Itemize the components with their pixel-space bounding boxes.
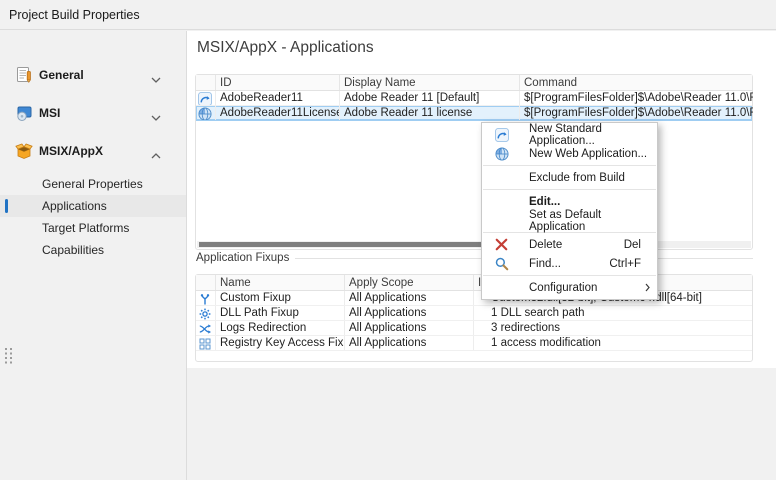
menu-shortcut: Ctrl+F (609, 258, 657, 270)
cell-apply-scope: All Applications (344, 336, 473, 350)
sidebar-item-label: Applications (42, 199, 107, 213)
menu-item-label: Exclude from Build (529, 172, 625, 184)
fixup-row-dll-path[interactable]: DLL Path Fixup All Applications 1 DLL se… (196, 306, 752, 321)
column-header-apply-scope[interactable]: Apply Scope (344, 275, 473, 290)
fixup-row-custom[interactable]: Custom Fixup All Applications Custom32.d… (196, 291, 752, 306)
fixups-table: Name Apply Scope Info Custom Fixup All A… (195, 274, 753, 362)
menu-item-exclude-from-build[interactable]: Exclude from Build (482, 168, 657, 187)
sidebar-item-capabilities[interactable]: Capabilities (0, 239, 186, 261)
app-row-adobereader11license[interactable]: AdobeReader11License Adobe Reader 11 lic… (196, 106, 752, 121)
applications-table: ID Display Name Command AdobeReader11 Ad… (195, 74, 753, 250)
sidebar-item-label: Capabilities (42, 243, 104, 257)
selected-accent-bar (5, 199, 8, 213)
cell-name: DLL Path Fixup (215, 306, 344, 320)
fixup-row-logs-redirection[interactable]: Logs Redirection All Applications 3 redi… (196, 321, 752, 336)
window-title: Project Build Properties (9, 8, 140, 22)
cell-display-name: Adobe Reader 11 license (339, 106, 519, 120)
menu-item-label: Edit... (529, 196, 560, 208)
standard-app-icon (196, 91, 215, 105)
horizontal-scrollbar[interactable] (197, 241, 751, 248)
general-icon (15, 66, 33, 84)
cell-command: $[ProgramFilesFolder]$\Adobe\Reader 11.0… (519, 106, 753, 120)
fixup-row-registry-key-access[interactable]: Registry Key Access Fixup All Applicatio… (196, 336, 752, 351)
cell-id: AdobeReader11 (215, 91, 339, 105)
titlebar: Project Build Properties (0, 0, 776, 30)
scrollbar-thumb[interactable] (199, 242, 482, 247)
menu-item-new-standard-application[interactable]: New Standard Application... (482, 125, 657, 144)
sidebar-section-general[interactable]: General (0, 62, 186, 88)
project-build-properties-window: Project Build Properties General MSI (0, 0, 776, 480)
menu-item-label: Find... (529, 258, 561, 270)
sidebar-item-applications[interactable]: Applications (0, 195, 186, 217)
web-app-icon (196, 106, 215, 120)
cell-name: Logs Redirection (215, 321, 344, 335)
app-row-adobereader11[interactable]: AdobeReader11 Adobe Reader 11 [Default] … (196, 91, 752, 106)
chevron-down-icon[interactable] (151, 72, 161, 86)
sidebar-item-target-platforms[interactable]: Target Platforms (0, 217, 186, 239)
sidebar-item-label: Target Platforms (42, 221, 129, 235)
menu-item-label: New Web Application... (529, 148, 647, 160)
cell-info: 3 redirections (473, 321, 753, 335)
sidebar-section-label: General (39, 68, 84, 82)
sidebar-item-label: General Properties (42, 177, 143, 191)
msix-icon (15, 142, 33, 160)
custom-fixup-icon (196, 291, 215, 305)
shuffle-icon (196, 321, 215, 335)
menu-separator (483, 165, 656, 166)
registry-grid-icon (196, 336, 215, 350)
cell-apply-scope: All Applications (344, 321, 473, 335)
menu-item-configuration[interactable]: Configuration (482, 278, 657, 297)
standard-app-icon (495, 128, 509, 142)
fixups-group-label: Application Fixups (196, 252, 289, 264)
sidebar-section-msi[interactable]: MSI (0, 100, 186, 126)
find-icon (495, 257, 509, 271)
column-header-id[interactable]: ID (215, 75, 339, 90)
msi-icon (15, 104, 33, 122)
sidebar-item-general-properties[interactable]: General Properties (0, 173, 186, 195)
cell-info: 1 access modification (473, 336, 753, 350)
menu-item-find[interactable]: Find... Ctrl+F (482, 254, 657, 273)
gear-icon (196, 306, 215, 320)
context-menu: New Standard Application... New Web Appl… (481, 122, 658, 300)
sidebar: General MSI MSIX/AppX General Prop (0, 31, 186, 480)
cell-apply-scope: All Applications (344, 306, 473, 320)
page-title: MSIX/AppX - Applications (197, 39, 374, 57)
chevron-down-icon[interactable] (151, 110, 161, 124)
icon-column-header (196, 75, 215, 90)
cell-display-name: Adobe Reader 11 [Default] (339, 91, 519, 105)
menu-shortcut: Del (624, 239, 657, 251)
submenu-arrow-icon (645, 283, 650, 295)
sidebar-section-label: MSIX/AppX (39, 144, 103, 158)
splitter-grip-icon[interactable] (4, 347, 13, 367)
cell-name: Custom Fixup (215, 291, 344, 305)
sidebar-section-msix-appx[interactable]: MSIX/AppX (0, 138, 186, 164)
delete-icon (495, 238, 509, 252)
menu-item-label: Delete (529, 239, 562, 251)
cell-command: $[ProgramFilesFolder]$\Adobe\Reader 11.0… (519, 91, 753, 105)
menu-separator (483, 189, 656, 190)
menu-item-new-web-application[interactable]: New Web Application... (482, 144, 657, 163)
menu-item-label: New Standard Application... (529, 123, 657, 147)
cell-id: AdobeReader11License (215, 106, 339, 120)
cell-info: 1 DLL search path (473, 306, 753, 320)
column-header-command[interactable]: Command (519, 75, 753, 90)
cell-apply-scope: All Applications (344, 291, 473, 305)
column-header-display-name[interactable]: Display Name (339, 75, 519, 90)
menu-item-set-as-default-application[interactable]: Set as Default Application (482, 211, 657, 230)
fixups-table-header: Name Apply Scope Info (196, 275, 752, 291)
sidebar-section-label: MSI (39, 106, 60, 120)
icon-column-header (196, 275, 215, 290)
web-app-icon (495, 147, 509, 161)
menu-item-delete[interactable]: Delete Del (482, 235, 657, 254)
cell-name: Registry Key Access Fixup (215, 336, 344, 350)
menu-separator (483, 275, 656, 276)
menu-item-label: Set as Default Application (529, 209, 657, 233)
chevron-up-icon[interactable] (151, 148, 161, 162)
applications-table-header: ID Display Name Command (196, 75, 752, 91)
menu-item-label: Configuration (529, 282, 597, 294)
column-header-name[interactable]: Name (215, 275, 344, 290)
